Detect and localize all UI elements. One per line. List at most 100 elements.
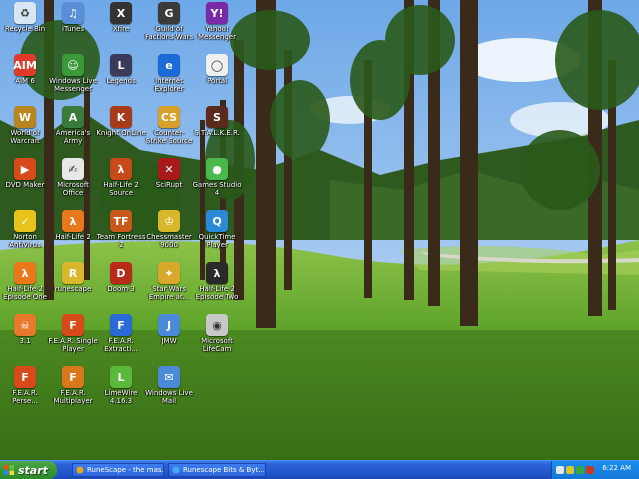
desktop-icon-label: Half-Life 2 Episode Two [195, 285, 239, 301]
desktop-icon-limewire[interactable]: L LimeWire 4.16.3 [96, 366, 146, 405]
desktop-icon-internet-explorer[interactable]: e Internet Explorer [144, 54, 194, 93]
desktop-icon-label: AIM 6 [15, 77, 35, 85]
limewire-icon: L [110, 366, 132, 388]
desktop-icon-yahoo-messenger[interactable]: Y! Yahoo! Messenger [192, 2, 242, 41]
messenger-tray-icon[interactable] [566, 466, 574, 474]
desktop-icon-aim[interactable]: AIM AIM 6 [0, 54, 50, 85]
desktop-icon-half-life-2-ep2[interactable]: λ Half-Life 2 Episode Two [192, 262, 242, 301]
network-icon[interactable] [556, 466, 564, 474]
world-of-warcraft-icon: W [14, 106, 36, 128]
knight-online-icon: K [110, 106, 132, 128]
chessmaster-icon: ♔ [158, 210, 180, 232]
desktop-icon-label: Recycle Bin [4, 25, 46, 33]
desktop-icon-label: 3.1 [19, 337, 31, 345]
fear-perseus-icon: F [14, 366, 36, 388]
desktop-icon-world-of-warcraft[interactable]: W World of Warcraft [0, 106, 50, 145]
desktop-icon-fear-extraction[interactable]: F F.E.A.R. Extracti... [96, 314, 146, 353]
desktop-icon-portal[interactable]: ◯ Portal [192, 54, 242, 85]
internet-explorer-icon: e [158, 54, 180, 76]
scrupt-icon: ✕ [158, 158, 180, 180]
desktop-icon-microsoft-lifecam[interactable]: ◉ Microsoft LifeCam [192, 314, 242, 353]
half-life-source-icon: λ [110, 158, 132, 180]
desktop-icon-stalker[interactable]: S S.T.A.L.K.E.R. [192, 106, 242, 137]
desktop-icon-microsoft-office[interactable]: ✍ Microsoft Office [48, 158, 98, 197]
desktop-icon-norton[interactable]: ✓ Norton AntiVirus [0, 210, 50, 249]
desktop-icon-label: Windows Live Mail [145, 389, 193, 405]
desktop-icon-label: S.T.A.L.K.E.R. [194, 129, 240, 137]
desktop-icon-americas-army[interactable]: A America's Army [48, 106, 98, 145]
taskbar-button-runescape[interactable]: RuneScape - the mas... [72, 463, 164, 477]
taskbar-button-bits-bytes[interactable]: Runescape Bits & Byt... [168, 463, 266, 477]
desktop-icon-dvd-maker[interactable]: ▶ DVD Maker [0, 158, 50, 189]
browser-icon [76, 466, 84, 474]
desktop-icon-label: Microsoft LifeCam [201, 337, 233, 353]
desktop-icon-label: Guild of Factions Wars [144, 25, 194, 41]
antivirus-tray-icon[interactable] [576, 466, 584, 474]
desktop-icon-label: Microsoft Office [57, 181, 89, 197]
americas-army-icon: A [62, 106, 84, 128]
app-tray-icon[interactable] [586, 466, 594, 474]
desktop-icon-knight-online[interactable]: K Knight OnLine [96, 106, 146, 137]
desktop-icon-label: Knight OnLine [96, 129, 146, 137]
desktop-icon-label: Games Studio 4 [192, 181, 242, 197]
itunes-icon: ♫ [62, 2, 84, 24]
desktop-icon-label: runescape [54, 285, 92, 293]
desktop-icon-windows-live-mail[interactable]: ✉ Windows Live Mail [144, 366, 194, 405]
start-label: start [18, 463, 48, 477]
half-life-2-ep1-icon: λ [14, 262, 36, 284]
desktop-icon-legends[interactable]: L Legends [96, 54, 146, 85]
desktop-icon-windows-live-messenger[interactable]: ☺ Windows Live Messenger [48, 54, 98, 93]
desktop-icon-itunes[interactable]: ♫ iTunes [48, 2, 98, 33]
desktop-icon-quicktime[interactable]: Q QuickTime Player [192, 210, 242, 249]
taskbar: start RuneScape - the mas... Runescape B… [0, 460, 639, 479]
games-icon: ● [206, 158, 228, 180]
fear-multiplayer-icon: F [62, 366, 84, 388]
desktop-icon-fear-perseus[interactable]: F F.E.A.R. Perse... [0, 366, 50, 405]
desktop-icon-label: Portal [206, 77, 228, 85]
desktop-icon-runescape[interactable]: Rrunescape [48, 262, 98, 293]
taskbar-button-label: RuneScape - the mas... [87, 466, 164, 474]
desktop-icon-team-fortress-2[interactable]: TF Team Fortress 2 [96, 210, 146, 249]
desktop-icon-jmw[interactable]: J JMW [144, 314, 194, 345]
desktop-icon-half-life-2[interactable]: λ Half-Life 2 [48, 210, 98, 241]
desktop-icon-star-wars[interactable]: ✦ Star Wars Empire at... [144, 262, 194, 301]
desktop-icon-label: America's Army [55, 129, 91, 145]
desktop-icon-half-life-2-ep1[interactable]: λ Half-Life 2 Episode One [0, 262, 50, 301]
desktop-icon-label: JMW [161, 337, 177, 345]
desktop-icon-guild-wars[interactable]: G Guild of Factions Wars [144, 2, 194, 41]
half-life-2-icon: λ [62, 210, 84, 232]
fear-extraction-icon: F [110, 314, 132, 336]
desktop-icon-counter-strike[interactable]: CS Counter-Strike Source [144, 106, 194, 145]
microsoft-lifecam-icon: ◉ [206, 314, 228, 336]
desktop-icon-label: F.E.A.R. Multiplayer [53, 389, 93, 405]
desktop-icon-scrupt[interactable]: ✕ SciRupt [144, 158, 194, 189]
desktop-icon-chessmaster[interactable]: ♔ Chessmaster 9000 [144, 210, 194, 249]
desktop-icon-recycle-bin[interactable]: ♻ Recycle Bin [0, 2, 50, 33]
aim-icon: AIM [13, 54, 37, 76]
legends-icon: L [110, 54, 132, 76]
desktop-icon-label: LimeWire 4.16.3 [104, 389, 138, 405]
desktop-icon-label: Counter-Strike Source [145, 129, 193, 145]
portal-icon: ◯ [206, 54, 228, 76]
desktop-icon-label: F.E.A.R. Single Player [48, 337, 98, 353]
yahoo-messenger-icon: Y! [206, 2, 228, 24]
desktop-icon-thirtyone[interactable]: ☠ 3.1 [0, 314, 50, 345]
desktop-icon-fear-single[interactable]: F F.E.A.R. Single Player [48, 314, 98, 353]
start-button[interactable]: start [0, 461, 57, 479]
desktop-icon-label: Half-Life 2 Episode One [3, 285, 47, 301]
desktop-icon-half-life-source[interactable]: λ Half-Life 2 Source [96, 158, 146, 197]
desktop-icon-doom-3[interactable]: D Doom 3 [96, 262, 146, 293]
desktop-icon-games[interactable]: ● Games Studio 4 [192, 158, 242, 197]
team-fortress-2-icon: TF [110, 210, 132, 232]
half-life-2-ep2-icon: λ [206, 262, 228, 284]
clock[interactable]: 6:22 AM [602, 464, 631, 472]
desktop-icon-label: Norton AntiVirus [9, 233, 41, 249]
desktop-icon-fear-multiplayer[interactable]: F F.E.A.R. Multiplayer [48, 366, 98, 405]
desktop-icon-label: Internet Explorer [154, 77, 184, 93]
runescape-icon: R [62, 262, 84, 284]
desktop-icon-label: SciRupt [155, 181, 183, 189]
desktop-icon-label: Doom 3 [107, 285, 135, 293]
star-wars-icon: ✦ [158, 262, 180, 284]
desktop-icon-label: Xfire [112, 25, 130, 33]
desktop-icon-xfire[interactable]: X Xfire [96, 2, 146, 33]
